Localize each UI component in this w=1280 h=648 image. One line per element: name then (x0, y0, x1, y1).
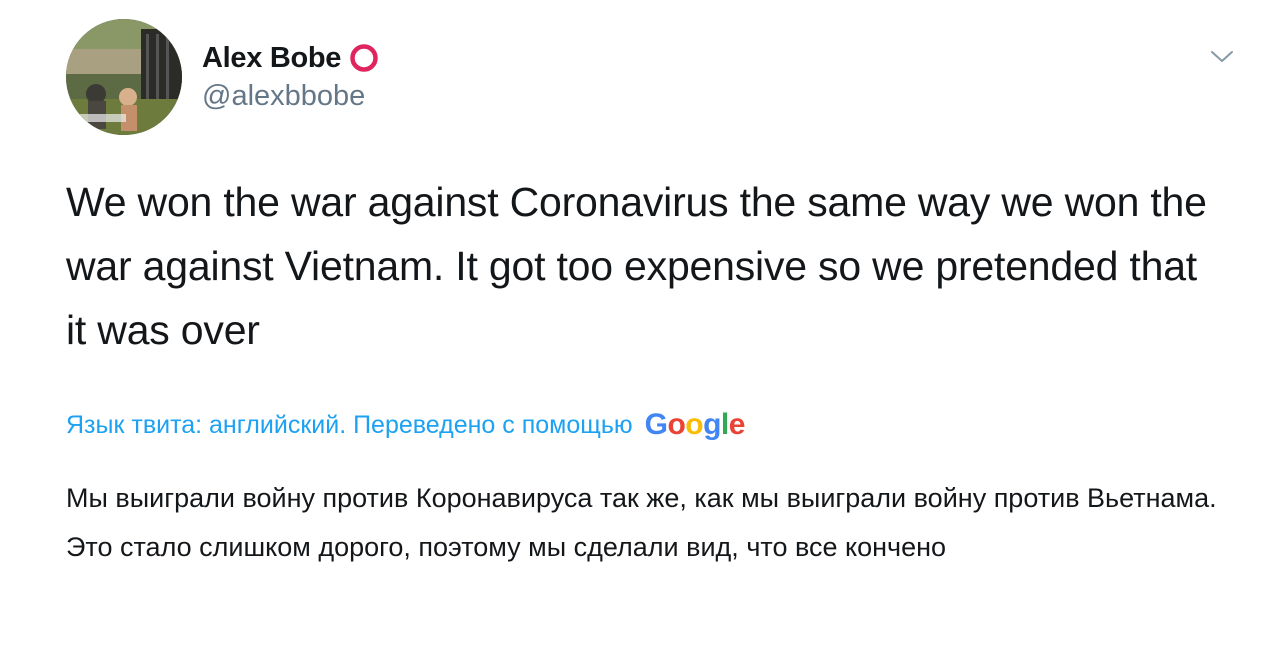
translation-label[interactable]: Язык твита: английский. Переведено с пом… (66, 411, 633, 440)
translation-bar: Язык твита: английский. Переведено с пом… (66, 405, 745, 445)
user-name-row: Alex Bobe (202, 38, 379, 78)
ring-icon (349, 43, 379, 73)
tweet-card: Alex Bobe @alexbbobe We won the war agai… (0, 0, 1280, 648)
google-logo-letter: o (667, 408, 686, 441)
chevron-down-icon[interactable] (1207, 47, 1237, 67)
google-logo: Google (644, 408, 746, 442)
google-logo-letter: o (685, 408, 704, 441)
google-logo-letter: e (728, 408, 746, 441)
avatar-photo (66, 19, 182, 135)
avatar[interactable] (66, 19, 182, 135)
translated-text: Мы выиграли войну против Коронавируса та… (66, 483, 1217, 562)
google-logo-letter: G (644, 408, 668, 441)
user-handle[interactable]: @alexbbobe (202, 80, 365, 113)
user-name[interactable]: Alex Bobe (202, 42, 341, 75)
tweet-text: We won the war against Coronavirus the s… (66, 179, 1207, 353)
google-logo-letter: g (703, 408, 721, 441)
google-logo-letter: l (720, 408, 729, 441)
